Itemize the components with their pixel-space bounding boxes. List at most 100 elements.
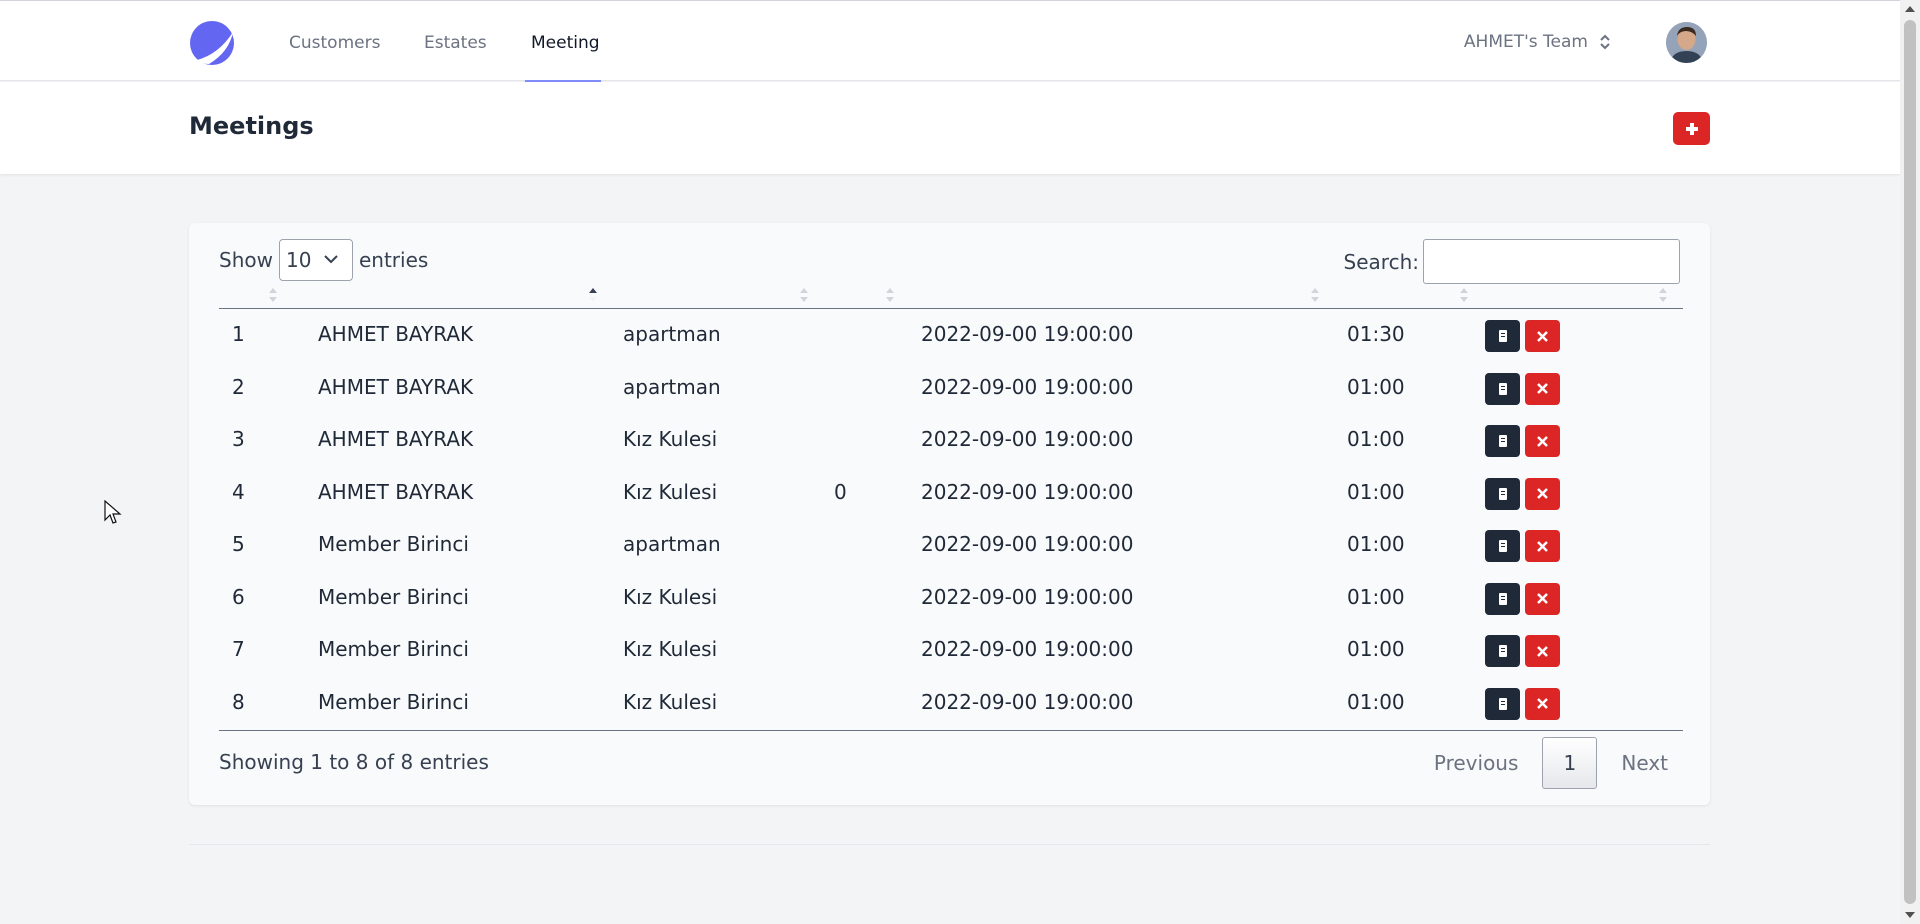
table-row: 5 Member Birinci apartman 2022-09-00 19:… [219,520,1683,573]
document-icon [1498,645,1507,657]
cell-duration: 01:00 [1347,427,1405,451]
sort-icon[interactable] [269,287,277,303]
app-logo[interactable] [189,20,235,66]
delete-button[interactable] [1525,477,1560,510]
cell-id: 8 [232,689,245,714]
scroll-up-icon[interactable] [1905,6,1915,12]
view-button[interactable] [1485,635,1520,667]
page-scrollbar[interactable] [1900,0,1920,924]
cell-date: 2022-09-00 19:00:00 [921,637,1134,661]
next-page-button[interactable]: Next [1621,751,1668,775]
cell-customer: Member Birinci [318,532,469,556]
delete-button[interactable] [1525,582,1560,615]
view-button[interactable] [1485,425,1520,457]
page-size-select[interactable]: 10 [278,239,353,281]
page-length-control: Show 10 entries [219,239,428,281]
show-label: Show [219,248,273,272]
table-row: 7 Member Birinci Kız Kulesi 2022-09-00 1… [219,625,1683,678]
close-icon [1537,645,1548,657]
cell-estate: apartman [623,374,721,399]
cell-estate: Kız Kulesi [623,427,718,451]
cell-estate: apartman [623,322,721,346]
table-row: 1 AHMET BAYRAK apartman 2022-09-00 19:00… [219,310,1683,363]
delete-button[interactable] [1525,372,1560,405]
cell-date: 2022-09-00 19:00:00 [921,689,1134,714]
cell-duration: 01:00 [1347,374,1405,399]
page-size-value: 10 [285,248,312,272]
cell-customer: AHMET BAYRAK [318,427,474,451]
page-header: Meetings [0,82,1900,174]
sort-icon[interactable] [1460,287,1468,303]
nav-meeting[interactable]: Meeting [531,33,600,53]
previous-page-button[interactable]: Previous [1434,751,1519,775]
document-icon [1498,592,1507,605]
view-button[interactable] [1485,687,1520,720]
page-title: Meetings [189,112,314,140]
cell-estate: apartman [623,532,721,556]
nav-estates[interactable]: Estates [424,33,487,53]
cell-date: 2022-09-00 19:00:00 [921,532,1134,556]
search-control: Search: [1344,239,1680,284]
page-button-current[interactable]: 1 [1542,737,1598,789]
document-icon [1498,540,1507,552]
document-icon [1498,330,1507,342]
close-icon [1537,593,1548,604]
sort-icon[interactable] [886,287,894,303]
table-row: 3 AHMET BAYRAK Kız Kulesi 2022-09-00 19:… [219,415,1683,468]
table-footer-divider [219,730,1683,731]
cell-estate: Kız Kulesi [623,479,718,504]
cell-date: 2022-09-00 19:00:00 [921,479,1134,504]
delete-button[interactable] [1525,635,1560,667]
delete-button[interactable] [1525,320,1560,352]
cell-customer: Member Birinci [318,584,469,609]
cell-duration: 01:00 [1347,584,1405,609]
cell-estate: Kız Kulesi [623,689,718,714]
table-header [219,283,1683,309]
cell-customer: Member Birinci [318,689,469,714]
user-avatar[interactable] [1666,22,1707,63]
cell-customer: AHMET BAYRAK [318,374,474,399]
view-button[interactable] [1485,582,1520,615]
cell-customer: Member Birinci [318,637,469,661]
table-row: 4 AHMET BAYRAK Kız Kulesi 0 2022-09-00 1… [219,468,1683,521]
footer-divider [189,844,1710,845]
delete-button[interactable] [1525,687,1560,720]
scroll-thumb[interactable] [1904,20,1916,904]
view-button[interactable] [1485,477,1520,510]
view-button[interactable] [1485,530,1520,562]
top-navbar: Customers Estates Meeting AHMET's Team [0,0,1900,82]
cell-id: 5 [232,532,245,556]
cell-customer: AHMET BAYRAK [318,479,474,504]
delete-button[interactable] [1525,530,1560,562]
team-switcher[interactable]: AHMET's Team [1464,32,1612,52]
mouse-cursor-icon [104,500,122,524]
close-icon [1537,435,1548,447]
sort-asc-icon[interactable] [589,287,597,303]
cell-id: 2 [232,374,245,399]
table-row: 8 Member Birinci Kız Kulesi 2022-09-00 1… [219,678,1683,731]
cell-id: 3 [232,427,245,451]
delete-button[interactable] [1525,425,1560,457]
search-input[interactable] [1423,239,1680,284]
cell-date: 2022-09-00 19:00:00 [921,427,1134,451]
cell-id: 7 [232,637,245,661]
document-icon [1498,487,1507,500]
document-icon [1498,382,1507,395]
view-button[interactable] [1485,372,1520,405]
nav-customers[interactable]: Customers [289,33,380,53]
add-meeting-button[interactable] [1673,112,1710,145]
cell-duration: 01:00 [1347,479,1405,504]
cell-date: 2022-09-00 19:00:00 [921,322,1134,346]
sort-icon[interactable] [1659,287,1667,303]
close-icon [1537,698,1548,709]
scroll-down-icon[interactable] [1905,912,1915,918]
table-body: 1 AHMET BAYRAK apartman 2022-09-00 19:00… [219,310,1683,730]
sort-icon[interactable] [800,287,808,303]
cell-duration: 01:00 [1347,532,1405,556]
table-row: 6 Member Birinci Kız Kulesi 2022-09-00 1… [219,573,1683,626]
sort-icon[interactable] [1311,287,1319,303]
cell-id: 6 [232,584,245,609]
view-button[interactable] [1485,320,1520,352]
document-icon [1498,435,1507,447]
search-label: Search: [1343,249,1419,274]
